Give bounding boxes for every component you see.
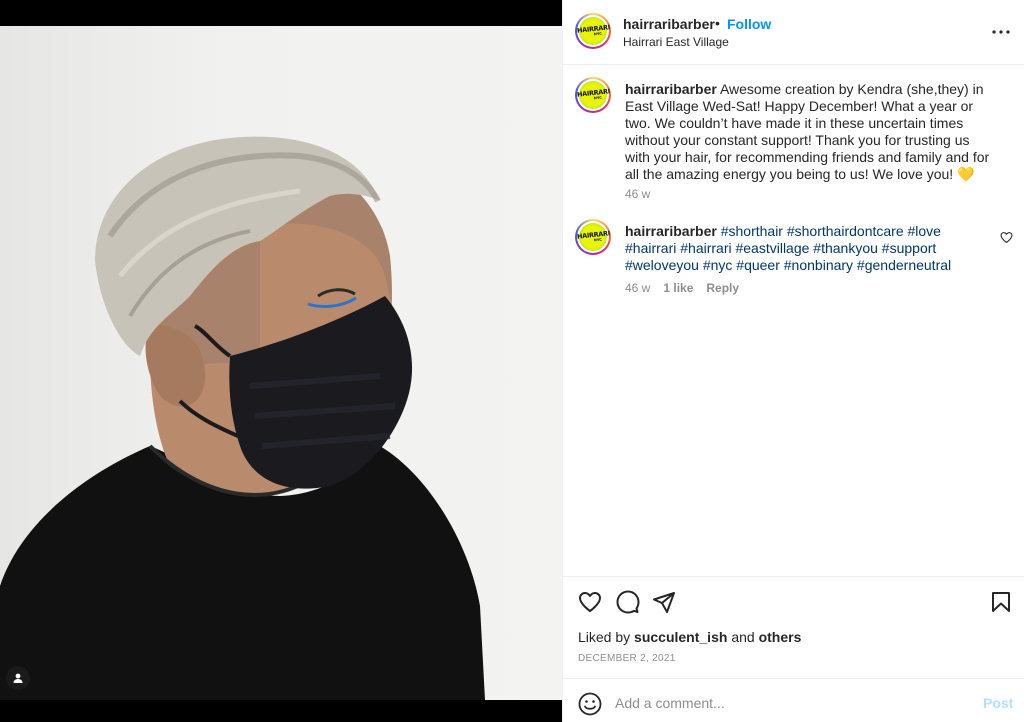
tagged-users-button[interactable] bbox=[6, 666, 30, 690]
liked-by-and: and bbox=[731, 629, 755, 645]
post-header: HAIRRARI NYC hairraribarber • Follow Hair… bbox=[563, 0, 1024, 65]
comment-input[interactable] bbox=[615, 692, 955, 714]
liked-by: Liked by succulent_ish and others bbox=[578, 629, 801, 645]
caption-text: hairraribarber Awesome creation by Kendr… bbox=[625, 81, 997, 183]
follow-button[interactable]: Follow bbox=[727, 16, 771, 32]
post-actions: Liked by succulent_ish and others DECEMB… bbox=[563, 576, 1024, 678]
comment-meta: 46 w 1 like Reply bbox=[625, 281, 739, 295]
comment-icon[interactable] bbox=[616, 590, 640, 614]
post-details-panel: HAIRRARI NYC hairraribarber • Follow Hair… bbox=[562, 0, 1024, 722]
avatar[interactable]: HAIRRARI NYC bbox=[575, 13, 611, 49]
brand-logo: HAIRRARI NYC bbox=[576, 17, 610, 45]
bookmark-icon[interactable] bbox=[989, 590, 1013, 614]
comment-text: hairraribarber #shorthair #shorthairdont… bbox=[625, 223, 987, 274]
avatar[interactable]: HAIRRARI NYC bbox=[575, 219, 611, 255]
brand-logo: HAIRRARI NYC bbox=[576, 223, 610, 251]
send-icon[interactable] bbox=[652, 590, 676, 614]
comment-username[interactable]: hairraribarber bbox=[625, 223, 717, 239]
post-photo[interactable] bbox=[0, 26, 562, 700]
heart-icon[interactable] bbox=[578, 590, 602, 614]
liked-by-others[interactable]: others bbox=[759, 629, 802, 645]
post-media bbox=[0, 0, 562, 722]
emoji-icon[interactable] bbox=[578, 692, 602, 716]
caption-username[interactable]: hairraribarber bbox=[625, 81, 717, 97]
timestamp[interactable]: 46 w bbox=[625, 281, 650, 295]
reply-button[interactable]: Reply bbox=[706, 281, 739, 295]
post-comment-button[interactable]: Post bbox=[983, 695, 1013, 711]
caption-meta: 46 w bbox=[625, 187, 650, 201]
comment-like-heart-icon[interactable] bbox=[1000, 231, 1013, 244]
portrait-illustration bbox=[0, 136, 485, 700]
post-date[interactable]: DECEMBER 2, 2021 bbox=[578, 653, 676, 664]
timestamp[interactable]: 46 w bbox=[625, 187, 650, 201]
separator-dot: • bbox=[715, 15, 720, 31]
liked-by-user[interactable]: succulent_ish bbox=[634, 629, 727, 645]
more-horizontal-icon[interactable] bbox=[991, 20, 1011, 44]
liked-by-prefix: Liked by bbox=[578, 629, 631, 645]
username-link[interactable]: hairraribarber bbox=[623, 16, 715, 32]
location-link[interactable]: Hairrari East Village bbox=[623, 35, 729, 49]
comment-likes[interactable]: 1 like bbox=[663, 281, 693, 295]
brand-logo: HAIRRARI NYC bbox=[576, 81, 610, 109]
add-comment-bar: Post bbox=[563, 678, 1024, 722]
user-icon bbox=[13, 673, 23, 683]
avatar[interactable]: HAIRRARI NYC bbox=[575, 77, 611, 113]
